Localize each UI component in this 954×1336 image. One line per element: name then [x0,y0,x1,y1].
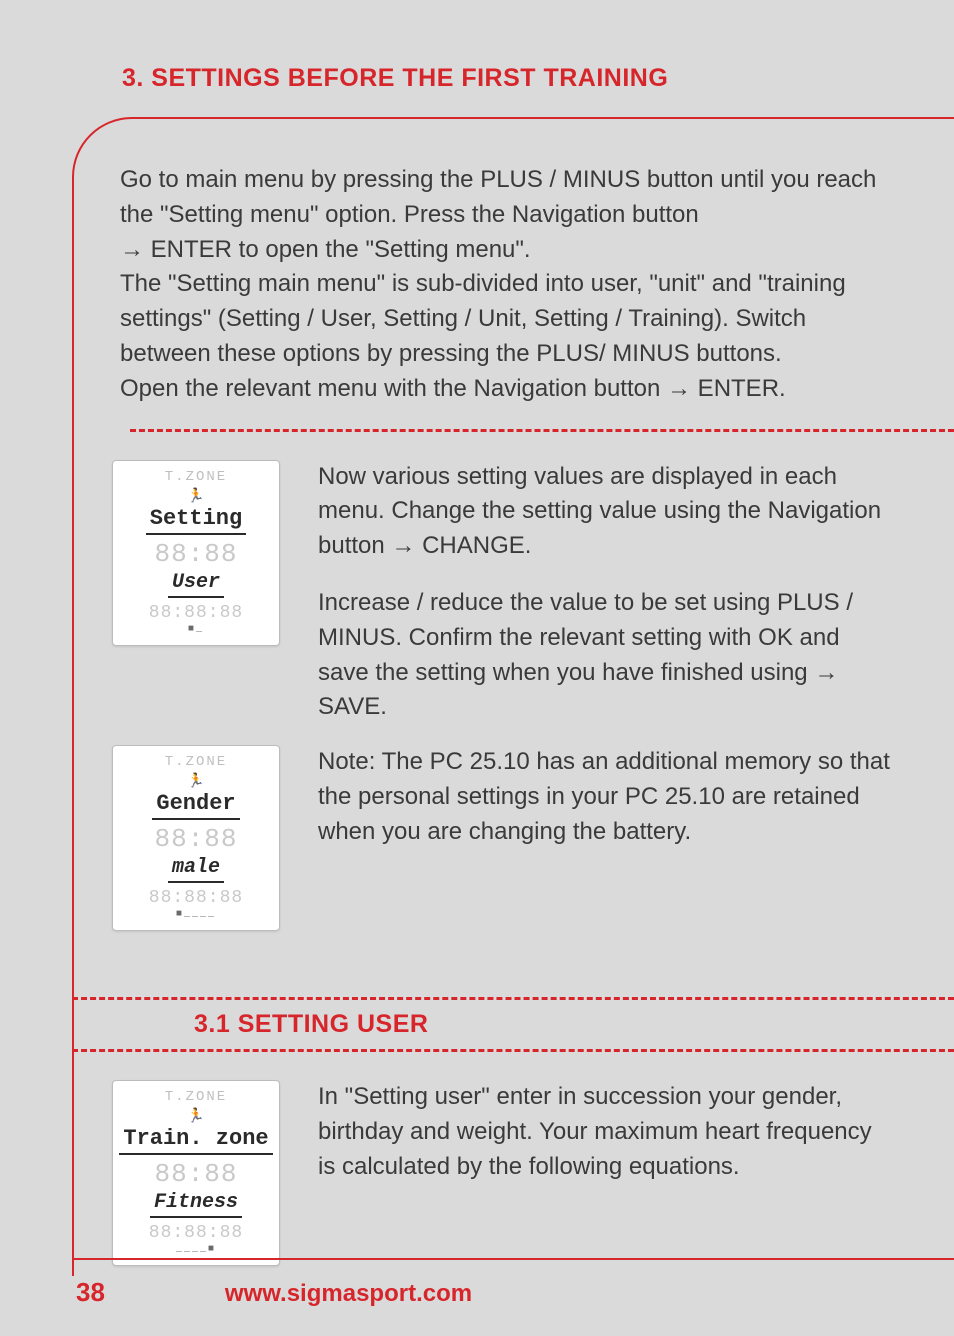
footer-rule [72,1258,954,1260]
intro-line2: ENTER to open the "Setting menu". [144,236,531,263]
page: 3. SETTINGS BEFORE THE FIRST TRAINING Go… [0,0,954,1336]
body-p3: Note: The PC 25.10 has an additional mem… [318,745,894,849]
arrow-icon: → [667,375,691,402]
lcd-tzone-label: T.ZONE [119,469,273,485]
lcd-indicator-marks: ■_ [119,624,273,635]
lcd-screen-setting-user: T.ZONE 🏃 Setting 88:88 User 88:88:88 ■_ [112,460,280,646]
page-number: 38 [76,1277,105,1308]
page-footer: 38 www.sigmasport.com [0,1277,954,1308]
lcd-digits-placeholder: 88:88 [119,826,273,852]
lcd-sub-text: User [168,571,224,598]
body-p1-post: CHANGE. [415,532,531,559]
lcd-digits-small-placeholder: 88:88:88 [119,889,273,907]
lcd-main-text: Setting [146,506,246,535]
lcd-screen-train-zone: T.ZONE 🏃 Train. zone 88:88 Fitness 88:88… [112,1080,280,1266]
row-train-zone: T.ZONE 🏃 Train. zone 88:88 Fitness 88:88… [72,1052,954,1276]
text-column: In "Setting user" enter in succession yo… [318,1080,894,1184]
section-heading: 3. SETTINGS BEFORE THE FIRST TRAINING [122,64,954,93]
footer-url: www.sigmasport.com [225,1280,472,1308]
row-setting-user: T.ZONE 🏃 Setting 88:88 User 88:88:88 ■_ … [72,432,954,736]
lcd-main-text: Train. zone [119,1126,272,1155]
intro-line3: The "Setting main menu" is sub-divided i… [120,270,846,367]
main-card: Go to main menu by pressing the PLUS / M… [72,141,954,1276]
lcd-sub-text: Fitness [150,1191,242,1218]
lcd-digits-placeholder: 88:88 [119,541,273,567]
lcd-screen-gender: T.ZONE 🏃 Gender 88:88 male 88:88:88 ■___… [112,745,280,931]
lcd-sub-text: male [168,856,224,883]
runner-icon: 🏃 [119,1107,273,1124]
lcd-tzone-label: T.ZONE [119,1089,273,1105]
arrow-icon: → [814,659,838,686]
intro-line1: Go to main menu by pressing the PLUS / M… [120,166,876,228]
lcd-indicator-marks: ____■ [119,1244,273,1255]
runner-icon: 🏃 [119,772,273,789]
lcd-digits-small-placeholder: 88:88:88 [119,1224,273,1242]
user-section-p1: In "Setting user" enter in succession yo… [318,1080,894,1184]
row-gender: T.ZONE 🏃 Gender 88:88 male 88:88:88 ■___… [72,735,954,941]
lcd-digits-small-placeholder: 88:88:88 [119,604,273,622]
intro-line4-pre: Open the relevant menu with the Navigati… [120,375,667,402]
spacer [72,941,954,997]
runner-icon: 🏃 [119,487,273,504]
body-p1: Now various setting values are displayed… [318,460,894,564]
intro-paragraph: Go to main menu by pressing the PLUS / M… [72,141,954,429]
body-p2: Increase / reduce the value to be set us… [318,586,894,725]
arrow-icon: → [391,532,415,559]
lcd-main-text: Gender [152,791,239,820]
subheading-row: 3.1 SETTING USER [72,1000,954,1049]
lcd-indicator-marks: ■____ [119,909,273,920]
arrow-icon: → [120,236,144,263]
body-p2-post: SAVE. [318,693,387,720]
body-p2-pre: Increase / reduce the value to be set us… [318,589,853,686]
text-column: Note: The PC 25.10 has an additional mem… [318,745,894,849]
lcd-tzone-label: T.ZONE [119,754,273,770]
text-column: Now various setting values are displayed… [318,460,894,726]
intro-line4-post: ENTER. [691,375,786,402]
subsection-heading: 3.1 SETTING USER [194,1010,954,1039]
lcd-digits-placeholder: 88:88 [119,1161,273,1187]
